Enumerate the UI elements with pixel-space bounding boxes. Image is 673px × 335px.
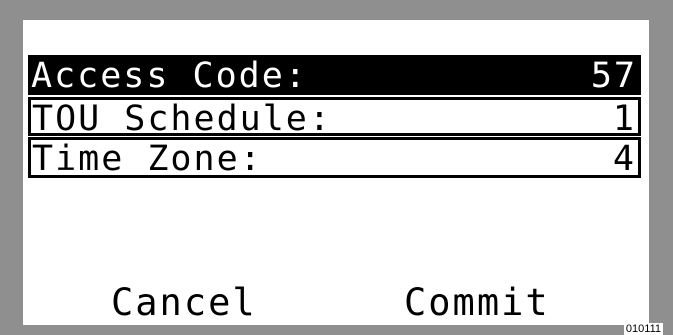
menu-item-time-zone[interactable]: Time Zone: 4 bbox=[28, 137, 641, 178]
commit-softkey[interactable]: Commit bbox=[404, 280, 550, 325]
cancel-softkey[interactable]: Cancel bbox=[111, 280, 257, 325]
menu-item-tou-schedule[interactable]: TOU Schedule: 1 bbox=[28, 97, 641, 136]
menu-item-value: 1 bbox=[612, 99, 636, 136]
lcd-screen: Access Code: 57 TOU Schedule: 1 Time Zon… bbox=[23, 20, 649, 325]
menu-item-value: 4 bbox=[612, 139, 636, 178]
menu-item-label: TOU Schedule: bbox=[32, 99, 332, 136]
menu-item-label: Access Code: bbox=[31, 56, 308, 95]
menu-item-access-code[interactable]: Access Code: 57 bbox=[28, 55, 641, 95]
figure-id-label: 010111 bbox=[623, 323, 663, 335]
menu-item-value: 57 bbox=[590, 56, 637, 95]
menu-item-label: Time Zone: bbox=[32, 139, 263, 178]
